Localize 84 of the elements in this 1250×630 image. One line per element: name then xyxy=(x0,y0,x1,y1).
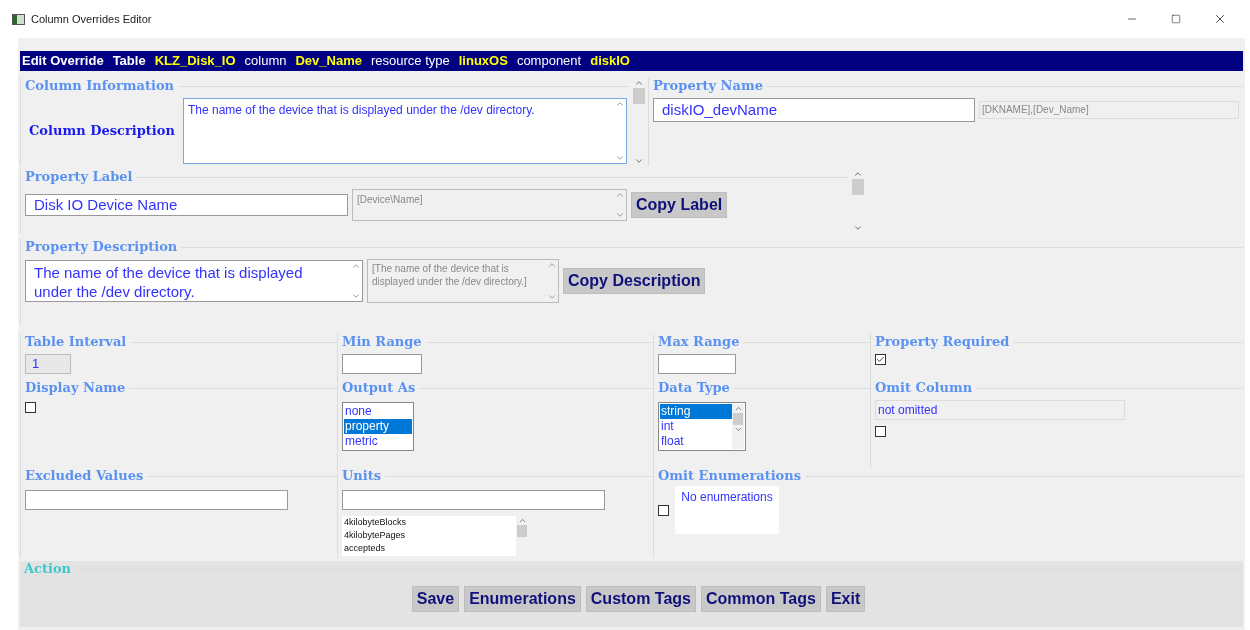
label-hint-box: [Device\Name] xyxy=(352,189,627,221)
action-button[interactable]: Common Tags xyxy=(700,586,821,612)
section-legend: Property Required xyxy=(875,334,1010,350)
scroll-up-icon[interactable] xyxy=(351,261,361,271)
checkbox[interactable] xyxy=(658,504,669,516)
enumerations-box: No enumerations xyxy=(675,486,779,534)
unit-option[interactable]: accepteds xyxy=(344,542,516,555)
section-legend: Column Information xyxy=(25,78,175,94)
list-box[interactable]: string int float xyxy=(658,402,746,451)
maximize-icon xyxy=(1171,14,1181,24)
section-legend: Display Name xyxy=(25,380,126,396)
omit-column-field: not omitted xyxy=(875,400,1125,420)
max-range-field[interactable] xyxy=(658,354,736,374)
section-legend: Table Interval xyxy=(25,334,127,350)
units-field[interactable] xyxy=(342,490,605,510)
header-text: Table xyxy=(112,52,146,71)
section-legend: Omit Column xyxy=(875,380,973,396)
property-name-field[interactable]: diskIO_devName xyxy=(653,98,975,122)
list-option[interactable]: metric xyxy=(344,434,412,449)
property-label-field[interactable]: Disk IO Device Name xyxy=(25,194,348,216)
list-option[interactable]: int xyxy=(660,419,732,434)
header-text: diskIO xyxy=(590,52,630,71)
section-legend: Max Range xyxy=(658,334,740,350)
unit-option[interactable]: 4kilobyteBlocks xyxy=(344,516,516,529)
checkbox[interactable] xyxy=(875,426,886,437)
scroll-thumb[interactable] xyxy=(852,179,864,195)
scroll-up-icon[interactable] xyxy=(853,169,863,179)
header-text: Dev_Name xyxy=(295,52,362,71)
action-button[interactable]: Enumerations xyxy=(464,586,581,612)
header-text: component xyxy=(516,52,582,71)
scroll-up-icon[interactable] xyxy=(615,99,625,109)
app-icon xyxy=(12,13,25,25)
scroll-down-icon[interactable] xyxy=(547,292,557,302)
section-legend: Property Label xyxy=(25,169,133,185)
checkbox[interactable] xyxy=(875,354,886,365)
list-option[interactable]: float xyxy=(660,434,732,449)
scroll-down-icon[interactable] xyxy=(351,291,361,301)
close-icon xyxy=(1213,12,1227,26)
section-legend: Data Type xyxy=(658,380,730,396)
scroll-down-icon[interactable] xyxy=(615,210,625,220)
unit-option[interactable]: 4kilobytePages xyxy=(344,529,516,542)
excluded-values-field[interactable] xyxy=(25,490,288,510)
header-text: KLZ_Disk_IO xyxy=(154,52,236,71)
list-box[interactable]: none property metric xyxy=(342,402,414,451)
section-legend: Output As xyxy=(342,380,416,396)
property-name-hint: [DKNAME],[Dev_Name] xyxy=(979,101,1239,119)
action-button[interactable]: Save xyxy=(411,586,460,612)
section-legend: Units xyxy=(342,468,382,484)
action-button[interactable]: Exit xyxy=(825,586,866,612)
section-legend: Property Name xyxy=(653,78,763,94)
scroll-up-icon[interactable] xyxy=(547,260,557,270)
scroll-down-icon[interactable] xyxy=(853,223,863,233)
property-description-field[interactable]: The name of the device that is displayed under the /dev directory. xyxy=(25,260,363,302)
units-list[interactable]: 4kilobyteBlocks 4kilobytePages accepteds xyxy=(342,516,528,556)
checkbox[interactable] xyxy=(25,402,36,413)
section-legend: Property Description xyxy=(25,239,178,255)
scroll-up-icon[interactable] xyxy=(517,516,527,525)
list-option[interactable]: none xyxy=(344,404,412,419)
scroll-thumb[interactable] xyxy=(633,88,645,104)
table-interval-field[interactable]: 1 xyxy=(25,354,71,374)
section-legend: Action xyxy=(24,561,72,577)
scroll-down-icon[interactable] xyxy=(733,425,743,434)
copy-label-button[interactable]: Copy Label xyxy=(631,192,728,218)
min-range-field[interactable] xyxy=(342,354,422,374)
header-text: linuxOS xyxy=(458,52,508,71)
window-title: Column Overrides Editor xyxy=(31,11,152,27)
copy-description-button[interactable]: Copy Description xyxy=(563,268,706,294)
description-text-area[interactable]: The name of the device that is displayed under the /dev directory. xyxy=(183,98,627,164)
section-legend: Min Range xyxy=(342,334,422,350)
list-option[interactable]: property xyxy=(344,419,412,434)
section-legend: Excluded Values xyxy=(25,468,144,484)
scroll-thumb[interactable] xyxy=(517,525,527,537)
column-description-label: Column Description xyxy=(28,122,176,141)
section-legend: Omit Enumerations xyxy=(658,468,802,484)
scroll-up-icon[interactable] xyxy=(634,78,644,88)
header-text: resource type xyxy=(371,52,450,71)
description-hint-box: [The name of the device that is displayed under the /dev directory.] xyxy=(367,259,559,303)
header-text: Edit Override xyxy=(22,52,104,71)
scroll-up-icon[interactable] xyxy=(615,190,625,200)
header-text: column xyxy=(244,52,287,71)
scroll-thumb[interactable] xyxy=(733,413,743,425)
list-option[interactable]: string xyxy=(660,404,732,419)
scroll-up-icon[interactable] xyxy=(733,404,743,413)
action-button[interactable]: Custom Tags xyxy=(585,586,696,612)
